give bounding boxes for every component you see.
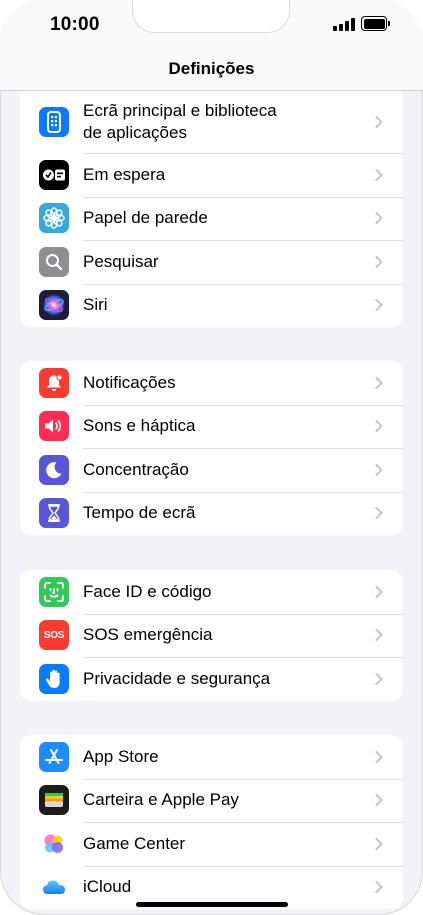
row-label: Sons e háptica: [83, 416, 196, 436]
row-wallpaper[interactable]: Papel de parede: [20, 196, 403, 241]
bell-icon: [39, 367, 69, 398]
row-label: Notificações: [83, 372, 176, 392]
home-indicator[interactable]: [136, 902, 288, 907]
page-title: Definições: [168, 59, 255, 78]
row-home-screen[interactable]: Ecrã principal e biblioteca de aplicaçõe…: [20, 91, 403, 153]
chevron-right-icon: [375, 750, 383, 763]
row-search[interactable]: Pesquisar: [20, 240, 403, 284]
home-screen-icon: [39, 107, 69, 137]
sos-icon: SOS: [39, 620, 69, 651]
row-label: Pesquisar: [83, 251, 159, 271]
row-focus[interactable]: Concentração: [20, 448, 403, 492]
row-app-store[interactable]: App Store: [20, 735, 403, 779]
row-notifications[interactable]: Notificações: [20, 361, 403, 405]
row-label: Face ID e código: [83, 581, 212, 601]
row-label: Carteira e Apple Pay: [83, 790, 239, 810]
row-label: SOS emergência: [83, 625, 213, 645]
settings-group-notifications: Notificações Sons e háptica Concentração: [20, 361, 403, 535]
chevron-right-icon: [375, 794, 383, 807]
chevron-right-icon: [375, 837, 383, 850]
row-label: Ecrã principal e biblioteca de aplicaçõe…: [83, 101, 277, 142]
face-id-icon: [39, 576, 69, 607]
standby-icon: [39, 159, 69, 190]
row-emergency-sos[interactable]: SOS SOS emergência: [20, 613, 403, 658]
row-label: Privacidade e segurança: [83, 668, 271, 688]
chevron-right-icon: [375, 507, 383, 520]
settings-group-security: Face ID e código SOS SOS emergência Priv…: [20, 570, 403, 701]
hourglass-icon: [39, 498, 69, 529]
row-label: Concentração: [83, 459, 189, 479]
chevron-right-icon: [375, 168, 383, 181]
game-center-icon: [39, 828, 69, 859]
siri-icon: [39, 290, 69, 321]
row-siri[interactable]: Siri: [20, 283, 403, 328]
row-label: Siri: [83, 295, 108, 315]
settings-group-display: Ecrã principal e biblioteca de aplicaçõe…: [20, 91, 403, 327]
wallet-icon: [39, 785, 69, 816]
phone-screen: 10:00 Definições Ecrã principal e biblio…: [0, 0, 423, 915]
chevron-right-icon: [375, 212, 383, 225]
status-time: 10:00: [50, 14, 100, 35]
row-face-id[interactable]: Face ID e código: [20, 570, 403, 614]
speaker-icon: [39, 411, 69, 442]
navigation-bar: Definições: [0, 50, 423, 91]
chevron-right-icon: [375, 463, 383, 476]
settings-group-accounts: App Store Carteira e Apple Pay Game Cent…: [20, 735, 403, 909]
hand-icon: [39, 663, 69, 694]
row-screen-time[interactable]: Tempo de ecrã: [20, 491, 403, 536]
search-icon: [39, 246, 69, 277]
row-game-center[interactable]: Game Center: [20, 822, 403, 866]
chevron-right-icon: [375, 299, 383, 312]
chevron-right-icon: [375, 420, 383, 433]
app-store-icon: [39, 741, 69, 772]
sos-badge-text: SOS: [43, 629, 65, 641]
row-label: App Store: [83, 746, 159, 766]
row-label: Em espera: [83, 164, 166, 184]
icloud-icon: [39, 872, 69, 903]
moon-icon: [39, 454, 69, 485]
row-label: Game Center: [83, 833, 186, 853]
row-label: Tempo de ecrã: [83, 503, 196, 523]
row-label: Papel de parede: [83, 208, 208, 228]
status-bar: 10:00: [0, 0, 423, 50]
row-sounds-haptics[interactable]: Sons e háptica: [20, 404, 403, 449]
row-label: iCloud: [83, 877, 132, 897]
chevron-right-icon: [375, 255, 383, 268]
wallpaper-flower-icon: [39, 203, 69, 234]
dynamic-island: [132, 0, 290, 33]
chevron-right-icon: [375, 116, 383, 128]
battery-icon: [361, 16, 391, 31]
chevron-right-icon: [375, 376, 383, 389]
chevron-right-icon: [375, 585, 383, 598]
settings-list[interactable]: Ecrã principal e biblioteca de aplicaçõe…: [0, 91, 423, 915]
row-wallet[interactable]: Carteira e Apple Pay: [20, 778, 403, 823]
cellular-signal-icon: [333, 17, 355, 31]
row-privacy-security[interactable]: Privacidade e segurança: [20, 657, 403, 701]
chevron-right-icon: [375, 881, 383, 894]
chevron-right-icon: [375, 672, 383, 685]
chevron-right-icon: [375, 629, 383, 642]
row-standby[interactable]: Em espera: [20, 153, 403, 197]
